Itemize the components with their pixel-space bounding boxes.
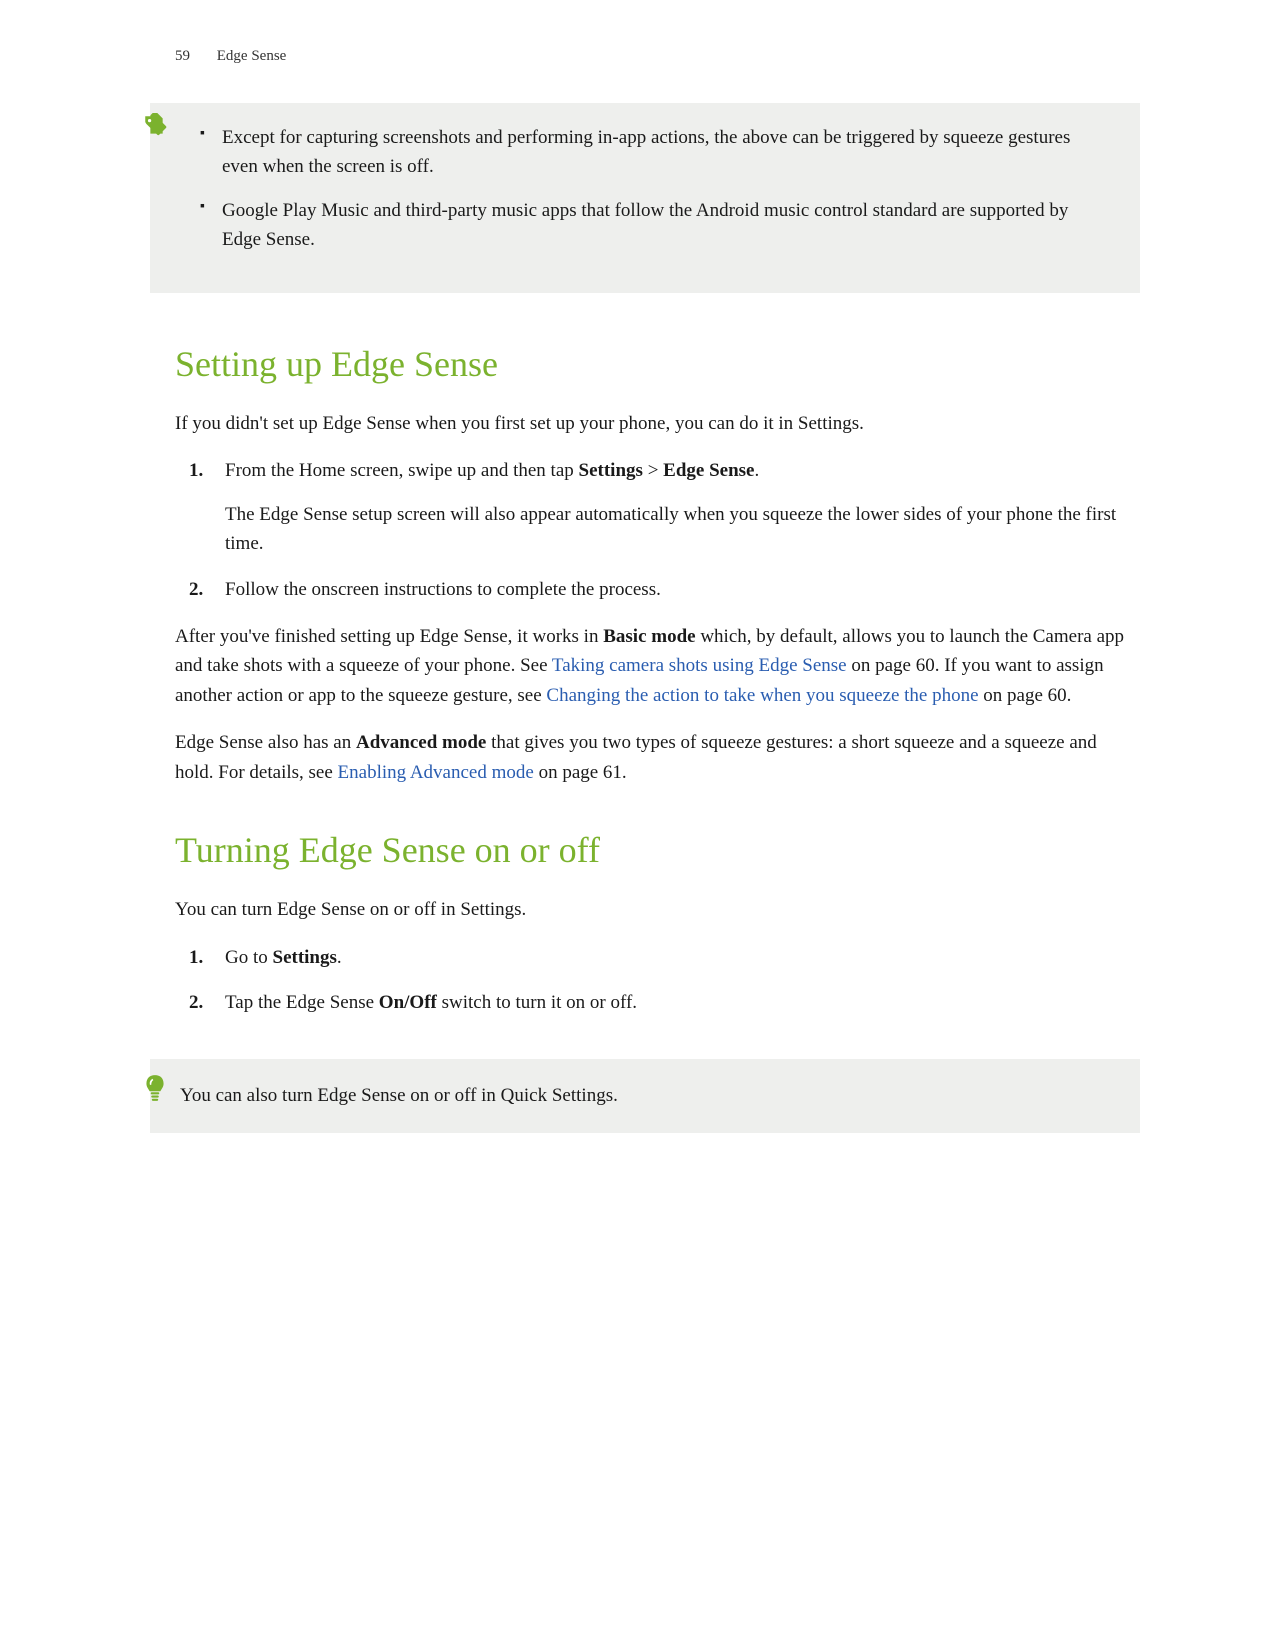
- note-bullet: Google Play Music and third-party music …: [222, 196, 1110, 255]
- link-advanced-mode[interactable]: Enabling Advanced mode: [338, 762, 534, 783]
- page-number: 59: [175, 48, 213, 65]
- step-item: 2. Follow the onscreen instructions to c…: [225, 575, 1140, 604]
- tag-icon: [142, 113, 168, 139]
- heading-turning-on-off: Turning Edge Sense on or off: [175, 829, 1140, 871]
- step-number: 1.: [189, 456, 203, 485]
- body-para: Edge Sense also has an Advanced mode tha…: [175, 728, 1140, 787]
- intro-para: You can turn Edge Sense on or off in Set…: [175, 895, 1140, 924]
- intro-para: If you didn't set up Edge Sense when you…: [175, 409, 1140, 438]
- step-item: 1. From the Home screen, swipe up and th…: [225, 456, 1140, 558]
- step-number: 1.: [189, 943, 203, 972]
- step-number: 2.: [189, 988, 203, 1017]
- page-header: 59 Edge Sense: [175, 48, 1140, 65]
- lightbulb-icon: [142, 1073, 168, 1103]
- tip-box: You can also turn Edge Sense on or off i…: [150, 1059, 1140, 1132]
- step-text: Tap the Edge Sense On/Off switch to turn…: [225, 992, 637, 1013]
- note-bullets: Except for capturing screenshots and per…: [180, 123, 1110, 255]
- step-text: Follow the onscreen instructions to comp…: [225, 579, 661, 600]
- link-changing-action[interactable]: Changing the action to take when you squ…: [546, 685, 978, 706]
- header-section: Edge Sense: [217, 48, 287, 64]
- heading-setting-up: Setting up Edge Sense: [175, 343, 1140, 385]
- step-text: Go to Settings.: [225, 947, 342, 968]
- section-turning-on-off: Turning Edge Sense on or off You can tur…: [175, 829, 1140, 1017]
- step-item: 1. Go to Settings.: [225, 943, 1140, 972]
- note-bullet: Except for capturing screenshots and per…: [222, 123, 1110, 182]
- section-setting-up: Setting up Edge Sense If you didn't set …: [175, 343, 1140, 787]
- step-substep: The Edge Sense setup screen will also ap…: [225, 500, 1140, 559]
- step-text: From the Home screen, swipe up and then …: [225, 460, 759, 481]
- body-para: After you've finished setting up Edge Se…: [175, 622, 1140, 710]
- steps-list: 1. From the Home screen, swipe up and th…: [175, 456, 1140, 604]
- link-camera-shots[interactable]: Taking camera shots using Edge Sense: [552, 655, 847, 676]
- note-box: Except for capturing screenshots and per…: [150, 103, 1140, 293]
- step-number: 2.: [189, 575, 203, 604]
- step-item: 2. Tap the Edge Sense On/Off switch to t…: [225, 988, 1140, 1017]
- steps-list: 1. Go to Settings. 2. Tap the Edge Sense…: [175, 943, 1140, 1018]
- tip-text: You can also turn Edge Sense on or off i…: [180, 1081, 1110, 1110]
